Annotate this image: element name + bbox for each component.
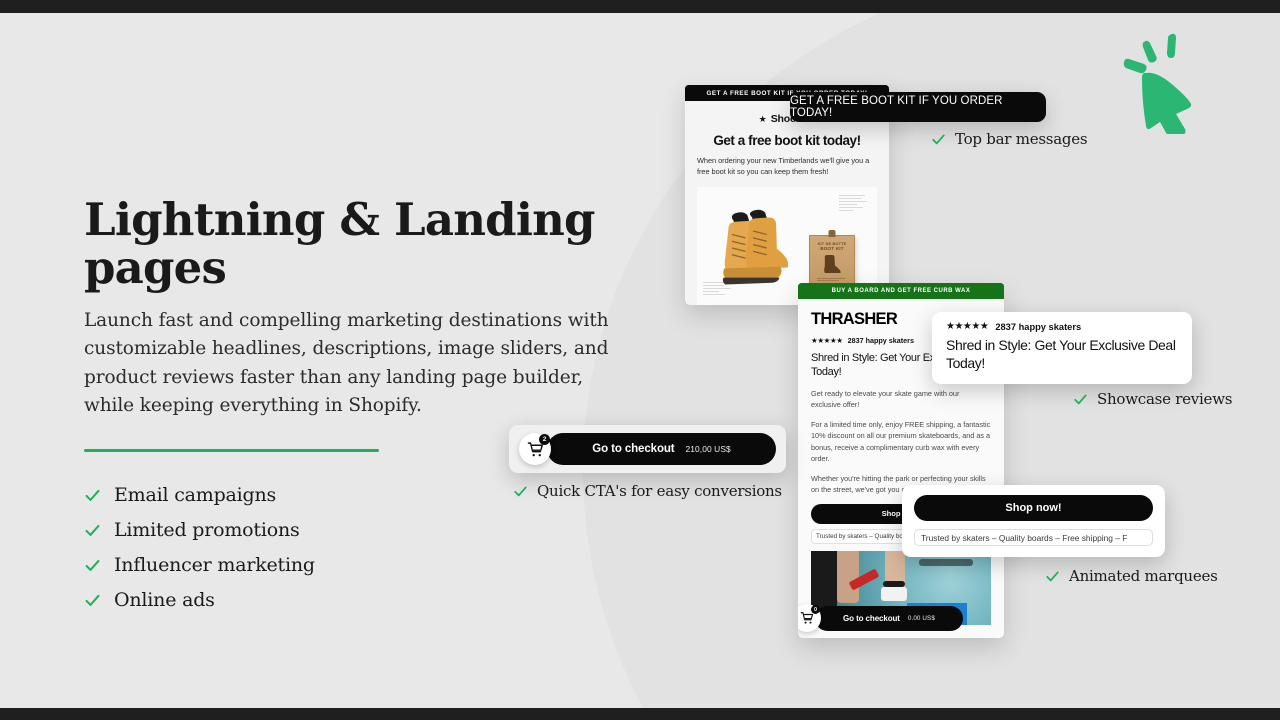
feature-label: Email campaigns <box>114 484 277 507</box>
cart-badge: 0 <box>811 605 820 614</box>
thrasher-paragraph-2: For a limited time only, enjoy FREE ship… <box>811 419 991 464</box>
hero-description: Launch fast and compelling marketing des… <box>84 310 609 416</box>
check-icon <box>85 524 100 536</box>
quick-cta-popup[interactable]: 2 Go to checkout 210,00 US$ <box>509 425 786 473</box>
feature-label: Online ads <box>114 589 215 612</box>
accent-divider <box>84 448 379 452</box>
popup-review-rating: ★★★★★ 2837 happy skaters <box>946 321 1178 332</box>
cart-button[interactable]: 0 <box>798 604 821 632</box>
animated-marquee-popup[interactable]: Shop now! Trusted by skaters – Quality b… <box>902 485 1165 557</box>
check-icon <box>1046 571 1059 581</box>
check-icon <box>85 559 100 571</box>
feature-label: Limited promotions <box>114 519 300 542</box>
shop-now-button[interactable]: Shop now! <box>914 495 1153 521</box>
callout-label: Top bar messages <box>955 130 1088 148</box>
check-icon <box>932 134 945 144</box>
thrasher-announcement-bar: BUY A BOARD AND GET FREE CURB WAX <box>798 283 1004 299</box>
cart-badge: 2 <box>539 434 550 445</box>
checkout-price: 210,00 US$ <box>685 444 731 454</box>
hero-text-column: Lightning & Landing pages Launch fast an… <box>84 196 664 622</box>
thrasher-checkout-pill[interactable]: 0 Go to checkout 0.00 US$ <box>798 604 963 632</box>
page-title: Lightning & Landing pages <box>84 193 596 294</box>
review-count-label: 2837 happy skaters <box>847 336 914 345</box>
hatch-decoration <box>839 194 869 213</box>
star-rating-icon: ★★★★★ <box>811 336 843 345</box>
slide-canvas: Lightning & Landing pages Launch fast an… <box>0 0 1280 720</box>
shoe-card-body-text: When ordering your new Timberlands we'll… <box>697 156 870 177</box>
callout-label: Showcase reviews <box>1097 390 1233 408</box>
timberland-boot-image <box>722 209 789 284</box>
popup-review-title: Shred in Style: Get Your Exclusive Deal … <box>946 337 1176 371</box>
go-to-checkout-button[interactable]: Go to checkout 210,00 US$ <box>547 433 776 465</box>
list-item: Limited promotions <box>84 517 664 544</box>
top-letterbox-bar <box>0 0 1280 13</box>
star-rating-icon: ★★★★★ <box>946 321 989 332</box>
callout-label: Animated marquees <box>1069 567 1218 585</box>
star-icon: ★ <box>758 113 767 124</box>
shoe-card-heading: Get a free boot kit today! <box>713 133 861 148</box>
feature-label: Influencer marketing <box>114 554 315 577</box>
top-bar-message-popup[interactable]: GET A FREE BOOT KIT IF YOU ORDER TODAY! <box>790 92 1046 122</box>
review-count-label: 2837 happy skaters <box>995 321 1082 332</box>
checkout-label: Go to checkout <box>592 443 675 455</box>
callout-top-bar-messages: Top bar messages <box>931 130 1088 148</box>
marquee-text-field[interactable]: Trusted by skaters – Quality boards – Fr… <box>914 529 1153 546</box>
go-to-checkout-button[interactable]: Go to checkout 0.00 US$ <box>815 605 963 631</box>
check-icon <box>1074 394 1087 404</box>
cart-button[interactable]: 2 <box>519 433 551 465</box>
callout-quick-cta: Quick CTA's for easy conversions <box>513 482 782 500</box>
boot-glyph-icon <box>824 254 841 273</box>
thrasher-paragraph-1: Get ready to elevate your skate game wit… <box>811 388 960 410</box>
list-item: Online ads <box>84 587 664 614</box>
list-item: Influencer marketing <box>84 552 664 579</box>
shoe-card-body: ★ Shoe Co. Get a free boot kit today! Wh… <box>685 101 889 305</box>
check-icon <box>85 489 100 501</box>
checkout-price: 0.00 US$ <box>907 614 935 622</box>
bottom-letterbox-bar <box>0 708 1280 720</box>
checkout-label: Go to checkout <box>843 613 900 623</box>
check-icon <box>85 594 100 606</box>
callout-label: Quick CTA's for easy conversions <box>537 482 782 500</box>
kitbox-line-2: BOOT KIT <box>820 245 844 251</box>
cursor-click-icon <box>1123 33 1192 134</box>
callout-showcase-reviews: Showcase reviews <box>1073 390 1232 408</box>
showcase-review-popup[interactable]: ★★★★★ 2837 happy skaters Shred in Style:… <box>932 312 1192 384</box>
feature-list: Email campaigns Limited promotions Influ… <box>84 482 664 614</box>
callout-animated-marquees: Animated marquees <box>1045 567 1218 585</box>
check-icon <box>514 486 527 496</box>
